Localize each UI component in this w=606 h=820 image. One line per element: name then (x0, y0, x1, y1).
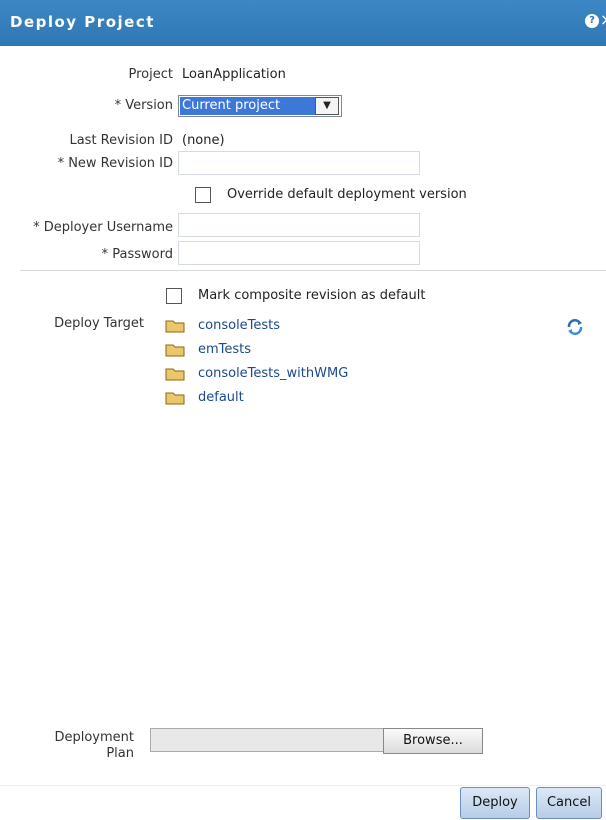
mark-default-label: Mark composite revision as default (198, 288, 426, 303)
username-input[interactable] (178, 213, 420, 237)
deploy-button[interactable]: Deploy (460, 787, 530, 819)
help-icon[interactable]: ? (585, 14, 599, 28)
password-input[interactable] (178, 241, 420, 265)
browse-button[interactable]: Browse... (383, 728, 483, 754)
deployment-plan-field[interactable] (150, 728, 384, 752)
password-label: * Password (101, 247, 173, 262)
username-label: * Deployer Username (33, 220, 173, 235)
section-divider (20, 270, 606, 271)
version-select[interactable]: Current project ▼ (178, 95, 342, 117)
footer-divider (0, 785, 606, 786)
new-revision-input[interactable] (178, 151, 420, 175)
tree-item-consoletests-withwmg[interactable]: consoleTests_withWMG (198, 366, 348, 381)
mark-default-checkbox[interactable] (166, 288, 182, 304)
override-checkbox[interactable] (195, 187, 211, 203)
tree-item-default[interactable]: default (198, 390, 244, 405)
folder-icon (165, 319, 185, 333)
version-label: * Version (114, 98, 173, 113)
last-revision-label: Last Revision ID (69, 133, 173, 148)
deploy-project-dialog: Deploy Project ? × Project LoanApplicati… (0, 0, 606, 820)
version-selected-value: Current project (180, 97, 315, 115)
deploy-target-label: Deploy Target (54, 316, 144, 331)
chevron-down-icon[interactable]: ▼ (315, 97, 339, 115)
close-icon[interactable]: × (600, 10, 606, 29)
dialog-title: Deploy Project (10, 13, 155, 31)
project-label: Project (128, 67, 173, 82)
folder-icon (165, 367, 185, 381)
folder-icon (165, 343, 185, 357)
new-revision-label: * New Revision ID (57, 156, 173, 171)
dialog-titlebar: Deploy Project ? × (0, 0, 606, 46)
tree-item-emtests[interactable]: emTests (198, 342, 251, 357)
tree-item-consoletests[interactable]: consoleTests (198, 318, 280, 333)
cancel-button[interactable]: Cancel (536, 787, 602, 819)
deployment-plan-label-line2: Plan (106, 746, 134, 761)
project-value: LoanApplication (182, 67, 286, 82)
override-label: Override default deployment version (227, 187, 467, 202)
deployment-plan-label-line1: Deployment (54, 730, 134, 745)
refresh-icon[interactable] (565, 317, 585, 337)
last-revision-value: (none) (182, 133, 225, 148)
folder-icon (165, 391, 185, 405)
